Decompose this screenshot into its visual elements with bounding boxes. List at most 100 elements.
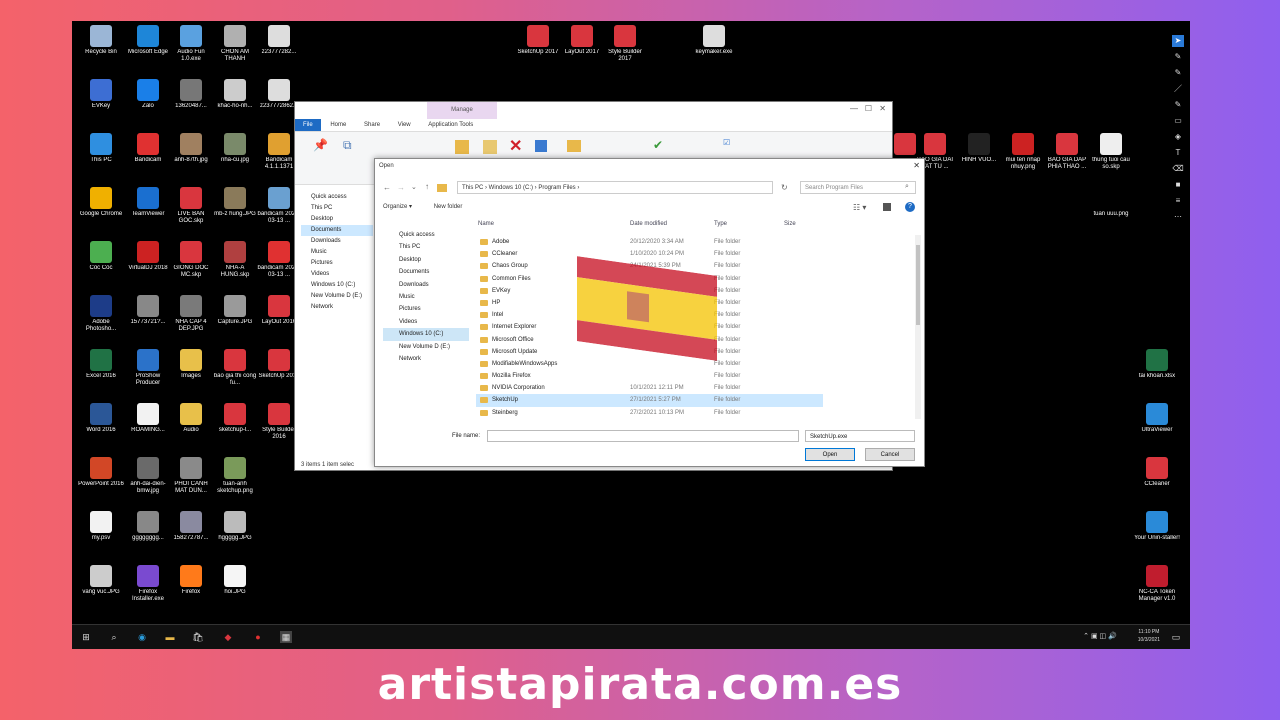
- desktop-icon[interactable]: sketchup-l...: [212, 403, 258, 434]
- file-list-scrollbar[interactable]: [915, 235, 921, 419]
- desktop-icon[interactable]: Firefox: [168, 565, 214, 596]
- pen-icon[interactable]: ✎: [1172, 51, 1184, 63]
- close-icon[interactable]: ✕: [879, 104, 886, 113]
- desktop-icon[interactable]: NHA CAP 4 DEP.JPG: [168, 295, 214, 333]
- desktop-icon[interactable]: Zalo: [125, 79, 171, 110]
- desktop-icon[interactable]: anh-87th.jpg: [168, 133, 214, 164]
- file-row[interactable]: Adobe 20/12/2020 3:34 AM File folder: [476, 236, 823, 248]
- desktop-icon[interactable]: tai khoan.xlsx: [1134, 349, 1180, 380]
- copy-icon[interactable]: ⧉: [343, 138, 352, 153]
- desktop-icon[interactable]: NC-CA Token Manager v1.0: [1134, 565, 1180, 603]
- desktop-icon[interactable]: Images: [168, 349, 214, 380]
- desktop-icon[interactable]: CCleaner: [1134, 457, 1180, 488]
- desktop-icon[interactable]: thung tuoi cau so.skp: [1088, 133, 1134, 171]
- file-row[interactable]: NVIDIA Corporation 10/1/2021 12:11 PM File…: [476, 382, 823, 394]
- desktop-icon[interactable]: Capture.JPG: [212, 295, 258, 326]
- tab-share[interactable]: Share: [356, 119, 388, 131]
- cancel-button[interactable]: Cancel: [865, 448, 915, 461]
- tab-home[interactable]: Home: [322, 119, 354, 131]
- dialog-nav-item[interactable]: Documents: [383, 266, 469, 278]
- desktop-icon[interactable]: Excel 2016: [78, 349, 124, 380]
- nav-item[interactable]: Desktop: [301, 214, 373, 225]
- select-all-icon[interactable]: ☑: [723, 138, 730, 147]
- back-icon[interactable]: ←: [383, 183, 391, 192]
- file-row[interactable]: Steinberg 27/2/2021 10:13 PM File folder: [476, 407, 823, 419]
- refresh-icon[interactable]: ↻: [781, 183, 788, 192]
- file-row[interactable]: ModifiableWindowsApps File folder: [476, 358, 823, 370]
- desktop-icon[interactable]: Word 2016: [78, 403, 124, 434]
- tab-file[interactable]: File: [295, 119, 321, 131]
- column-date[interactable]: Date modified: [630, 221, 667, 227]
- desktop-icon[interactable]: SketchUp 2017: [515, 25, 561, 56]
- desktop-icon[interactable]: tuan-anh sketchup.png: [212, 457, 258, 495]
- desktop-icon[interactable]: anh-dai-dien-bmw.jpg: [125, 457, 171, 495]
- search-input[interactable]: Search Program Files: [800, 181, 916, 194]
- desktop-icon[interactable]: Recycle Bin: [78, 25, 124, 56]
- desktop-icon[interactable]: hggggg.JPG: [212, 511, 258, 542]
- file-row[interactable]: SketchUp 27/1/2021 5:27 PM File folder: [476, 394, 823, 407]
- desktop-icon[interactable]: Bandicam: [125, 133, 171, 164]
- explorer-icon[interactable]: ▬: [164, 631, 176, 643]
- desktop-icon[interactable]: ProShow Producer: [125, 349, 171, 387]
- nav-item[interactable]: Windows 10 (C:): [301, 280, 373, 291]
- delete-icon[interactable]: ✕: [509, 136, 522, 156]
- column-name[interactable]: Name: [478, 221, 494, 227]
- desktop-icon[interactable]: bao gia thi cong fu...: [212, 349, 258, 387]
- more-icon[interactable]: ⋯: [1172, 211, 1184, 223]
- close-icon[interactable]: ✕: [913, 161, 920, 170]
- desktop-icon[interactable]: Google Chrome: [78, 187, 124, 218]
- pin-icon[interactable]: 📌: [313, 138, 328, 152]
- dialog-nav-item[interactable]: Network: [383, 353, 469, 365]
- desktop-icon[interactable]: khac-ho-nh...: [212, 79, 258, 110]
- desktop-icon[interactable]: GIONG DOC MC.skp: [168, 241, 214, 279]
- fill-icon[interactable]: ◈: [1172, 131, 1184, 143]
- start-icon[interactable]: ⊞: [80, 631, 92, 643]
- desktop-icon[interactable]: PHOI CANH MAT DUN...: [168, 457, 214, 495]
- desktop-icon[interactable]: tuan uuu.png: [1088, 187, 1134, 218]
- nav-item[interactable]: Downloads: [301, 236, 373, 247]
- dialog-nav-item[interactable]: This PC: [383, 241, 469, 253]
- desktop-icon[interactable]: Style Builder 2017: [602, 25, 648, 63]
- desktop-icon[interactable]: Firefox Installer.exe: [125, 565, 171, 603]
- recent-icon[interactable]: ⌄: [411, 183, 417, 191]
- desktop-icon[interactable]: 158272787...: [168, 511, 214, 542]
- desktop-icon[interactable]: LayOut 2017: [559, 25, 605, 56]
- store-icon[interactable]: 🛍: [192, 631, 204, 643]
- desktop-icon[interactable]: my.psv: [78, 511, 124, 542]
- dialog-nav-item[interactable]: Videos: [383, 316, 469, 328]
- rectangle-icon[interactable]: ▭: [1172, 115, 1184, 127]
- up-icon[interactable]: ↑: [425, 182, 429, 191]
- nav-item[interactable]: Music: [301, 247, 373, 258]
- menu-icon[interactable]: ≡: [1172, 195, 1184, 207]
- forward-icon[interactable]: →: [397, 183, 405, 192]
- desktop-icon[interactable]: vang vuc.JPG: [78, 565, 124, 596]
- new-folder-button[interactable]: New folder: [434, 204, 463, 210]
- copy-to-icon[interactable]: [483, 140, 497, 154]
- desktop-icon[interactable]: LIVE BAN GOC.skp: [168, 187, 214, 225]
- file-type-filter[interactable]: SketchUp.exe: [805, 430, 915, 442]
- file-row[interactable]: CCleaner 1/10/2020 10:24 PM File folder: [476, 248, 823, 260]
- desktop-icon[interactable]: EVKey: [78, 79, 124, 110]
- bandicam-taskbar-icon[interactable]: ●: [252, 631, 264, 643]
- desktop-icon[interactable]: UltraViewer: [1134, 403, 1180, 434]
- highlighter-icon[interactable]: ✎: [1172, 99, 1184, 111]
- file-row[interactable]: Mozilla Firefox File folder: [476, 370, 823, 382]
- desktop-icon[interactable]: VirtualDJ 2018: [125, 241, 171, 272]
- notification-icon[interactable]: ▭: [1170, 631, 1182, 643]
- desktop-icon[interactable]: Microsoft Edge: [125, 25, 171, 56]
- view-options-icon[interactable]: ☷ ▾: [853, 203, 866, 212]
- marker-icon[interactable]: ✎: [1172, 67, 1184, 79]
- nav-item[interactable]: This PC: [301, 203, 373, 214]
- line-icon[interactable]: ／: [1172, 83, 1184, 95]
- desktop-icon[interactable]: Your Unin-staller!: [1134, 511, 1180, 542]
- board-icon[interactable]: ■: [1172, 179, 1184, 191]
- tray-icons[interactable]: ⌃ ▣ ◫ 🔊: [1070, 631, 1130, 643]
- desktop-icon[interactable]: NHA-A HUNG.skp: [212, 241, 258, 279]
- desktop-icon[interactable]: hoi.JPG: [212, 565, 258, 596]
- dialog-nav-item[interactable]: Downloads: [383, 279, 469, 291]
- dialog-nav-item[interactable]: Desktop: [383, 254, 469, 266]
- rename-icon[interactable]: [535, 140, 547, 152]
- desktop-icon[interactable]: Audio Fun 1.0.exe: [168, 25, 214, 63]
- scrollbar-thumb[interactable]: [916, 245, 920, 325]
- sketchup-taskbar-icon[interactable]: ◆: [222, 631, 234, 643]
